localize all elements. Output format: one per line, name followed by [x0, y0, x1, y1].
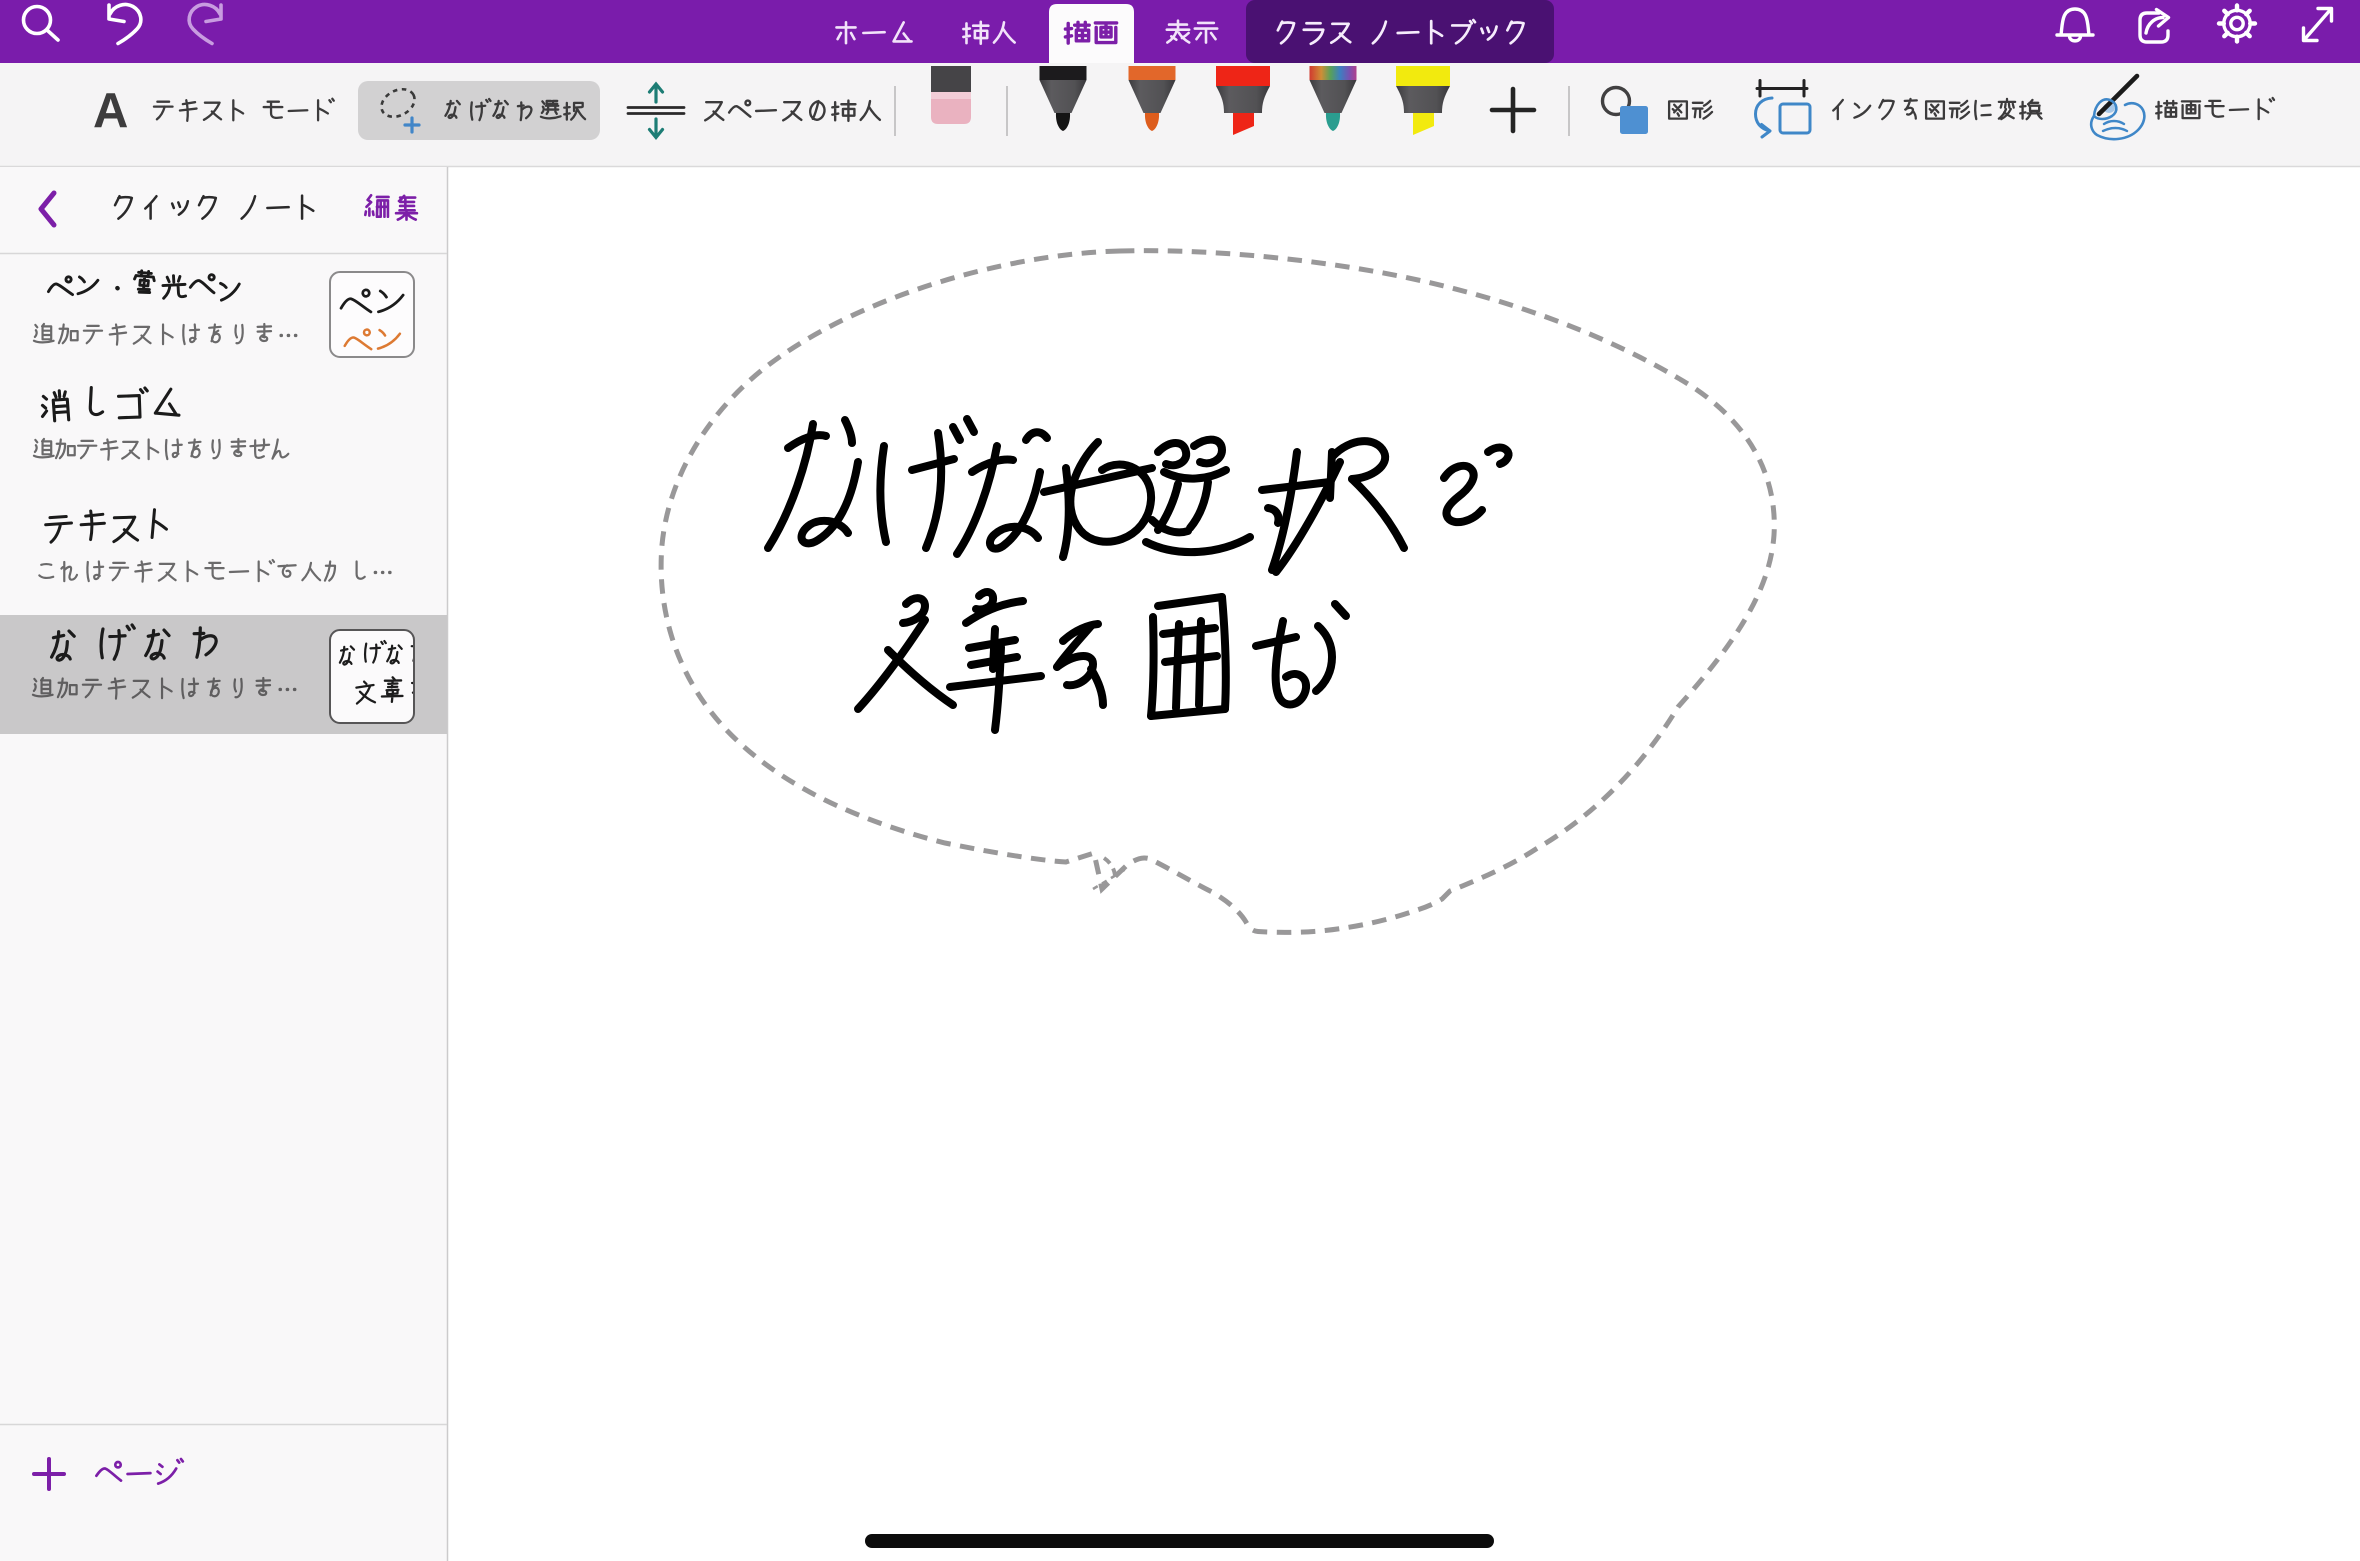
- svg-text:A: A: [93, 84, 128, 138]
